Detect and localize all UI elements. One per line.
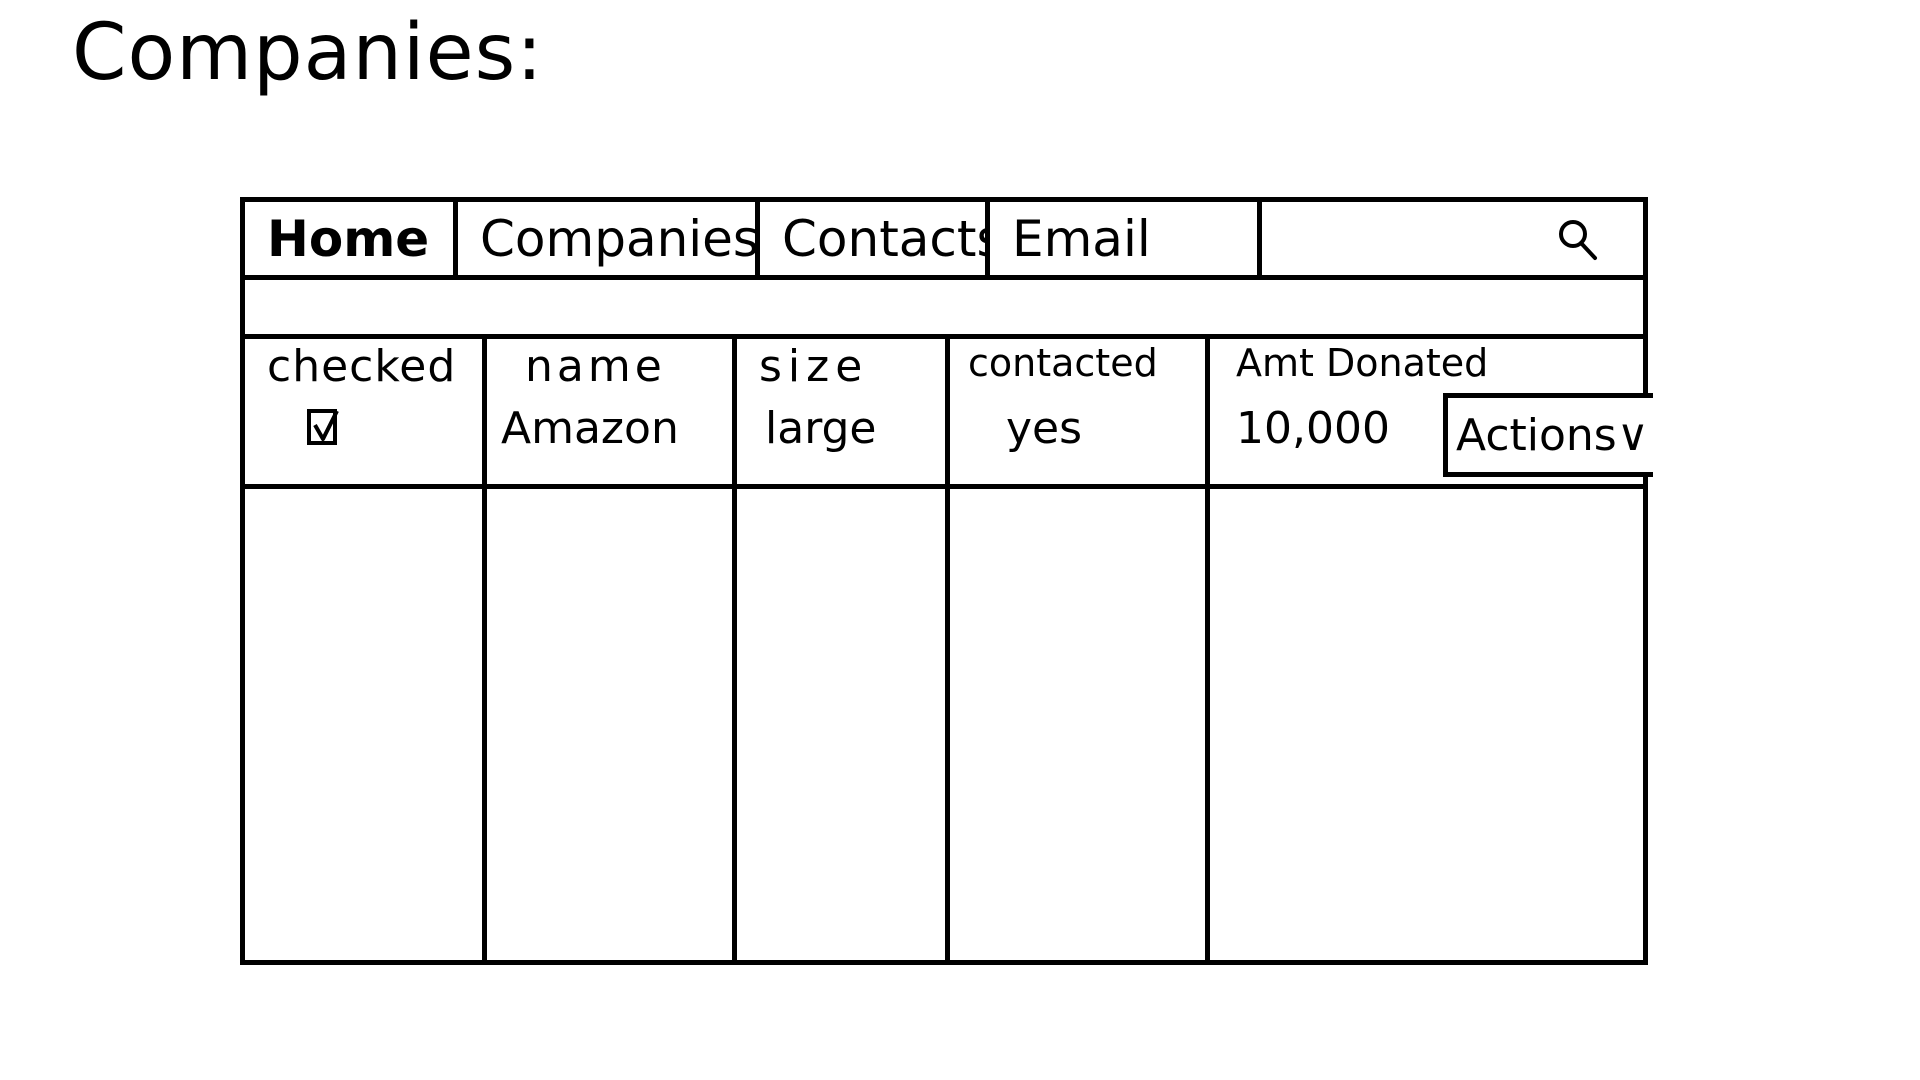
nav-tab-companies[interactable]: Companies — [458, 202, 760, 275]
column-contacted: contacted yes — [950, 339, 1210, 960]
column-name: name Amazon — [487, 339, 737, 960]
column-checked: checked — [245, 339, 487, 960]
search-box[interactable] — [1262, 202, 1643, 275]
top-nav: Home Companies Contacts Email — [245, 202, 1643, 280]
actions-dropdown-button[interactable]: Actions∨ — [1443, 393, 1653, 477]
column-size: size large — [737, 339, 950, 960]
column-header-size: size — [759, 341, 869, 392]
column-header-name: name — [525, 341, 666, 392]
column-header-contacted: contacted — [968, 341, 1158, 385]
column-header-checked: checked — [267, 341, 457, 392]
nav-tab-home[interactable]: Home — [245, 202, 458, 275]
cell-name: Amazon — [501, 403, 679, 454]
checkmark-icon — [313, 410, 339, 441]
page-title: Companies: — [72, 8, 544, 98]
cell-contacted: yes — [1006, 403, 1083, 454]
search-icon[interactable] — [1555, 216, 1601, 262]
column-amt-donated: Amt Donated 10,000 Actions∨ — [1210, 339, 1653, 960]
companies-table: checked name Amazon size large contacted… — [245, 339, 1653, 960]
app-frame: Home Companies Contacts Email checked na… — [240, 197, 1653, 965]
row-checkbox[interactable] — [307, 409, 339, 445]
nav-tab-email[interactable]: Email — [990, 202, 1262, 275]
nav-tab-contacts[interactable]: Contacts — [760, 202, 990, 275]
column-header-amt-donated: Amt Donated — [1236, 341, 1489, 385]
toolbar-row — [245, 280, 1643, 339]
cell-size: large — [765, 403, 877, 454]
cell-amt-donated: 10,000 — [1236, 403, 1390, 454]
